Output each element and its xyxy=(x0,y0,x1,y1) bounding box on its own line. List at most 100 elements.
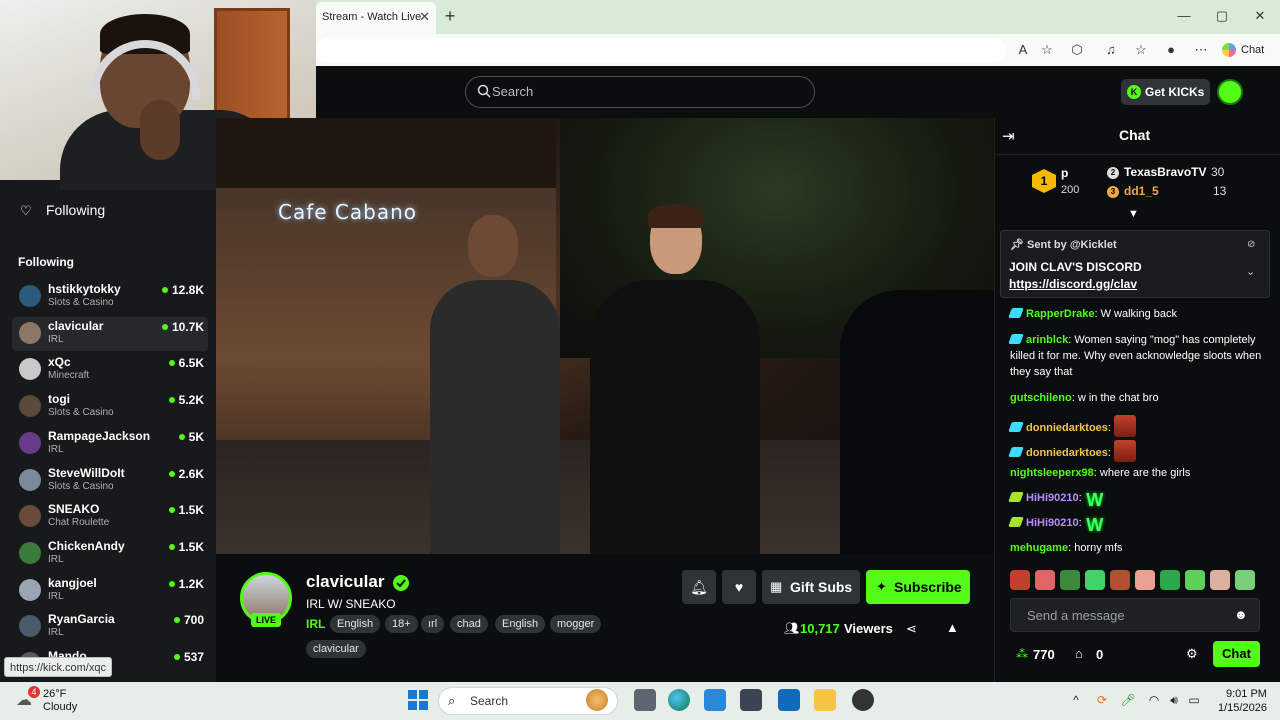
file-explorer-icon[interactable] xyxy=(814,689,836,711)
wifi-icon[interactable]: ◠ xyxy=(1146,692,1162,708)
emote-picker-icon[interactable] xyxy=(1085,570,1105,590)
sync-icon[interactable]: ⟳ xyxy=(1094,692,1110,708)
channel-viewers: 1.5K xyxy=(168,503,204,517)
emote-picker-icon[interactable] xyxy=(1135,570,1155,590)
user-avatar[interactable] xyxy=(1217,79,1243,105)
window-close-icon[interactable]: ✕ xyxy=(1248,6,1272,26)
chat-username[interactable]: mehugame xyxy=(1010,542,1068,554)
chat-username[interactable]: HiHi90210 xyxy=(1026,517,1079,529)
stream-tag[interactable]: English xyxy=(495,615,546,633)
maximize-icon[interactable]: ▢ xyxy=(1210,6,1234,26)
emote-picker-icon[interactable] xyxy=(1035,570,1055,590)
chat-username[interactable]: arinblck xyxy=(1026,334,1068,346)
sidebar-channel-item[interactable]: togi Slots & Casino 5.2K xyxy=(12,390,208,424)
stream-tag[interactable]: 18+ xyxy=(385,615,418,633)
chat-message: mehugame: horny mfs xyxy=(1010,540,1266,556)
clock-time[interactable]: 9:01 PM xyxy=(1226,688,1267,700)
leaderboard-first-name[interactable]: p xyxy=(1061,166,1068,180)
sidebar-channel-item[interactable]: clavicular IRL 10.7K xyxy=(12,317,208,351)
sidebar-following-link[interactable]: Following xyxy=(46,202,105,218)
follow-heart-button[interactable]: ♥ xyxy=(722,570,756,604)
clock-date[interactable]: 1/15/2026 xyxy=(1218,702,1267,714)
w-emote-icon: W xyxy=(1086,490,1104,510)
chat-username[interactable]: donniedarktoes xyxy=(1026,447,1108,459)
extensions-icon[interactable]: ⬡ xyxy=(1068,41,1086,59)
pinned-discord-link[interactable]: https://discord.gg/clav xyxy=(1009,277,1137,291)
stream-tag[interactable]: clavicular xyxy=(306,640,366,658)
sidebar-channel-item[interactable]: kangjoel IRL 1.2K xyxy=(12,574,208,608)
outlook-icon[interactable] xyxy=(778,689,800,711)
address-bar[interactable] xyxy=(316,38,1006,62)
sidebar-channel-item[interactable]: RyanGarcia IRL 700 xyxy=(12,610,208,644)
leaderboard-third-name[interactable]: dd1_5 xyxy=(1124,184,1159,198)
notification-bell-button[interactable]: 🔔︎ xyxy=(682,570,716,604)
chat-username[interactable]: gutschileno xyxy=(1010,392,1072,404)
stream-category[interactable]: IRL xyxy=(306,617,325,631)
chat-message: HiHi90210: W xyxy=(1008,490,1266,510)
search-highlight-icon[interactable] xyxy=(586,689,608,711)
task-view-icon[interactable] xyxy=(634,689,656,711)
weather-temperature[interactable]: 26°F xyxy=(43,688,66,700)
edge-browser-icon[interactable] xyxy=(668,689,690,711)
chat-username[interactable]: HiHi90210 xyxy=(1026,492,1079,504)
store-icon[interactable]: ⌂ xyxy=(1075,646,1091,662)
emote-picker-icon[interactable] xyxy=(1110,570,1130,590)
minimize-icon[interactable]: — xyxy=(1172,6,1196,26)
profile-icon[interactable]: ● xyxy=(1162,41,1180,59)
report-icon[interactable]: ▲ xyxy=(946,620,960,635)
collapse-chat-icon[interactable]: ⇥ xyxy=(1002,127,1018,145)
sidebar-channel-item[interactable]: SNEAKO Chat Roulette 1.5K xyxy=(12,500,208,534)
chat-send-button[interactable]: Chat xyxy=(1213,641,1260,667)
chat-username[interactable]: donniedarktoes xyxy=(1026,422,1108,434)
sidebar-channel-item[interactable]: RampageJackson IRL 5K xyxy=(12,427,208,461)
chat-username[interactable]: RapperDrake xyxy=(1026,308,1094,320)
leaderboard-second-name[interactable]: TexasBravoTV xyxy=(1124,165,1206,179)
tab-close-icon[interactable]: ✕ xyxy=(419,2,430,32)
browser-tab[interactable]: Stream - Watch Live ✕ xyxy=(316,2,436,34)
emote-picker-icon[interactable] xyxy=(1185,570,1205,590)
stream-tag[interactable]: mogger xyxy=(550,615,602,633)
share-icon[interactable]: ⋖ xyxy=(906,621,920,636)
new-tab-button[interactable]: + xyxy=(440,6,460,26)
media-icon[interactable]: ♫ xyxy=(1102,41,1120,59)
live-dot-icon xyxy=(168,360,175,366)
sidebar-channel-item[interactable]: SteveWillDoIt Slots & Casino 2.6K xyxy=(12,464,208,498)
leaderboard-expand-icon[interactable]: ▼ xyxy=(1128,208,1142,220)
channel-viewers: 5.2K xyxy=(168,393,204,407)
more-icon[interactable]: ⋯ xyxy=(1192,41,1210,59)
emote-picker-icon[interactable] xyxy=(1235,570,1255,590)
app-icon[interactable] xyxy=(740,689,762,711)
emote-picker-icon[interactable] xyxy=(1060,570,1080,590)
chevron-down-icon[interactable]: ⌄ xyxy=(1246,265,1258,278)
copilot-button[interactable]: Chat xyxy=(1222,40,1264,60)
emoji-icon[interactable]: ☻ xyxy=(1234,607,1248,622)
live-dot-icon xyxy=(161,324,168,330)
windows-start-icon[interactable] xyxy=(408,690,428,710)
favorites-icon[interactable]: ☆ xyxy=(1132,41,1150,59)
microphone-icon[interactable]: 🎤︎ xyxy=(1120,692,1136,708)
store-app-icon[interactable] xyxy=(704,689,726,711)
emote-picker-icon[interactable] xyxy=(1010,570,1030,590)
channel-viewer-count: 700 xyxy=(183,613,204,627)
chevron-up-icon[interactable]: ^ xyxy=(1068,692,1084,708)
stream-tag[interactable]: chad xyxy=(450,615,488,633)
emote-picker-icon[interactable] xyxy=(1160,570,1180,590)
stream-tag[interactable]: ırl xyxy=(421,615,445,633)
favorite-star-icon[interactable]: ☆ xyxy=(1038,41,1056,59)
hide-pin-icon[interactable]: ⊘ xyxy=(1247,239,1259,251)
emote-icon xyxy=(1114,440,1137,462)
sidebar-channel-item[interactable]: xQc Minecraft 6.5K xyxy=(12,353,208,387)
streamer-name[interactable]: clavicular xyxy=(306,572,384,592)
sidebar-channel-item[interactable]: ChickenAndy IRL 1.5K xyxy=(12,537,208,571)
battery-icon[interactable]: ▭ xyxy=(1186,692,1202,708)
sidebar-channel-item[interactable]: hstikkytokky Slots & Casino 12.8K xyxy=(12,280,208,314)
kick-points-count[interactable]: 770 xyxy=(1033,647,1055,662)
obs-icon[interactable] xyxy=(852,689,874,711)
chat-username[interactable]: nightsleeperx98 xyxy=(1010,467,1094,479)
pinned-sent-by-user[interactable]: @Kicklet xyxy=(1070,239,1117,251)
stream-tag[interactable]: English xyxy=(330,615,381,633)
emote-picker-icon[interactable] xyxy=(1210,570,1230,590)
read-aloud-icon[interactable]: A xyxy=(1014,41,1032,59)
gear-icon[interactable]: ⚙ xyxy=(1186,646,1200,661)
volume-icon[interactable]: 🔊︎ xyxy=(1166,692,1182,708)
